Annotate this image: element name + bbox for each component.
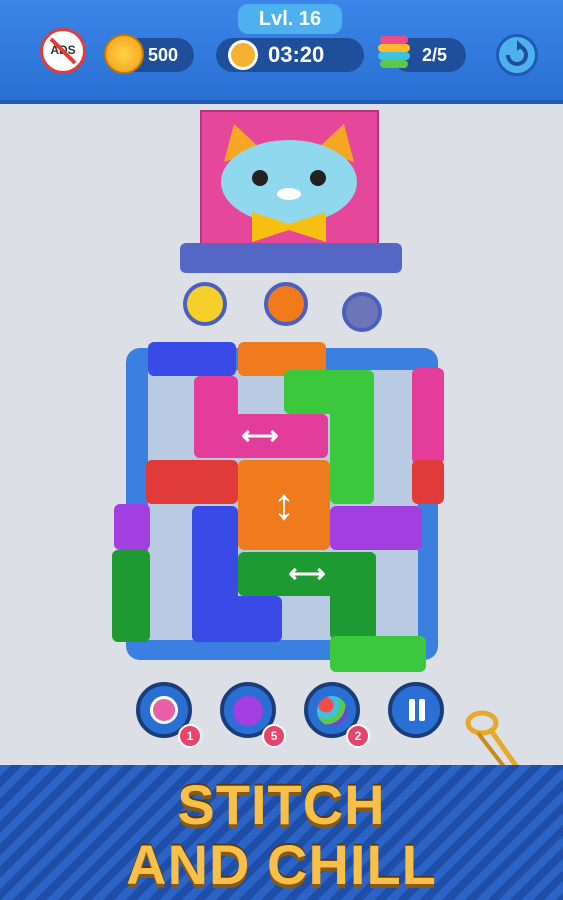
powerup-yarn-bomb[interactable]: 5 (220, 682, 286, 748)
red-block[interactable] (146, 460, 238, 504)
cat-pattern-icon (221, 124, 357, 242)
pause-button[interactable] (388, 682, 444, 738)
purple-block[interactable] (330, 506, 422, 550)
prohibited-icon (49, 37, 77, 65)
restart-icon (506, 40, 528, 66)
empty-spool-peg (342, 292, 382, 332)
blue-block-top[interactable] (148, 342, 236, 376)
spool-progress-value: 2/5 (422, 45, 448, 65)
blue-block-base[interactable] (192, 596, 282, 642)
magenta-block-arm[interactable]: ⟷ (194, 414, 328, 458)
vertical-arrow-icon: ↕ (273, 480, 295, 529)
red-block-right[interactable] (412, 460, 444, 504)
dark-green-block-left[interactable] (112, 550, 150, 642)
level-label: Lvl. 16 (238, 4, 342, 34)
powerup-clock[interactable]: 1 (136, 682, 202, 748)
cross-stitch-canvas (200, 110, 379, 262)
yellow-spool[interactable] (183, 282, 227, 326)
orange-spool[interactable] (264, 282, 308, 326)
powerup-count: 1 (178, 724, 202, 748)
magenta-block-right[interactable] (412, 368, 444, 464)
restart-button[interactable] (496, 34, 538, 76)
green-block-bottom[interactable] (330, 636, 426, 672)
slogan-line-1: STITCH (177, 773, 386, 836)
powerup-count: 2 (346, 724, 370, 748)
coin-icon (104, 34, 144, 74)
green-block-arm[interactable] (330, 370, 374, 504)
color-ball-icon (317, 696, 347, 726)
no-ads-button[interactable]: ADS (40, 28, 86, 74)
pause-icon (409, 699, 415, 721)
dark-green-block-arm[interactable] (330, 552, 376, 640)
canvas-stand (180, 243, 402, 273)
powerup-color-ball[interactable]: 2 (304, 682, 370, 748)
timer-value: 03:20 (268, 42, 325, 67)
yarn-ball-icon (233, 696, 263, 726)
pause-icon-bar (419, 699, 425, 721)
purple-block-left[interactable] (114, 504, 150, 550)
horizontal-arrow-icon: ⟷ (241, 420, 279, 450)
coin-value: 500 (148, 45, 179, 65)
stopwatch-icon (228, 40, 258, 70)
orange-block[interactable]: ↕ (238, 460, 330, 550)
spool-stack-icon (376, 36, 412, 72)
clock-icon (150, 696, 178, 724)
powerup-count: 5 (262, 724, 286, 748)
slogan-line-2: AND CHILL (126, 833, 437, 896)
